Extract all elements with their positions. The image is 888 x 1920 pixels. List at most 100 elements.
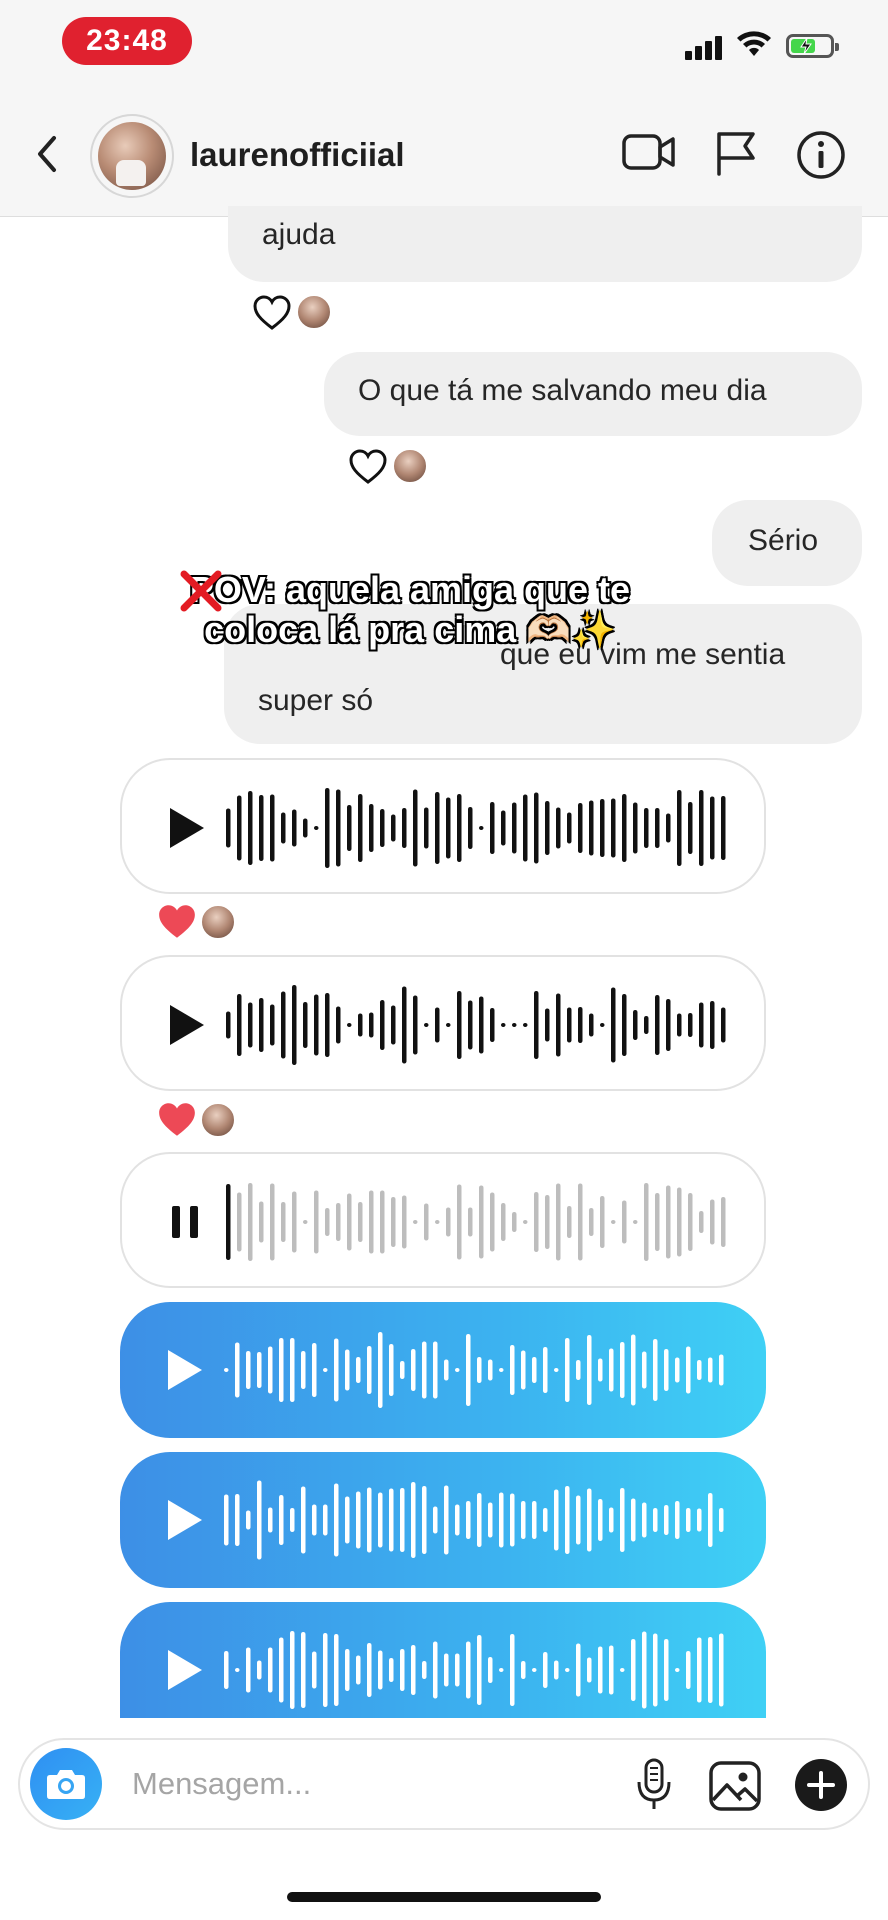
waveform-bar: [378, 1332, 383, 1408]
voice-message-playing[interactable]: [120, 1152, 766, 1288]
waveform-bar: [345, 1349, 350, 1391]
waveform-bar: [435, 1007, 440, 1043]
waveform-bar: [545, 801, 550, 855]
waveform-bar: [554, 1368, 559, 1372]
waveform-bar: [226, 1184, 231, 1260]
waveform-bar: [554, 1489, 559, 1551]
waveform-bar: [523, 794, 528, 862]
waveform-bar: [323, 1368, 328, 1372]
camera-button[interactable]: [30, 1748, 102, 1820]
message-reactions[interactable]: [348, 446, 438, 486]
waveform-bar: [719, 1354, 724, 1386]
video-call-icon[interactable]: [622, 130, 676, 174]
message-bubble[interactable]: Sério: [712, 500, 862, 586]
pause-icon[interactable]: [158, 1192, 218, 1252]
message-input[interactable]: [130, 1758, 614, 1810]
waveform-bar: [523, 1023, 528, 1027]
audio-waveform[interactable]: [222, 957, 742, 1091]
message-reactions[interactable]: [156, 1100, 246, 1140]
waveform-bar: [686, 1508, 691, 1532]
waveform-bar: [235, 1668, 240, 1672]
microphone-icon[interactable]: [634, 1758, 674, 1812]
info-icon[interactable]: [796, 130, 846, 180]
waveform-bar: [224, 1368, 229, 1372]
add-circle-icon[interactable]: [794, 1758, 848, 1812]
audio-waveform[interactable]: [220, 1452, 740, 1588]
waveform-bar: [446, 797, 451, 859]
audio-waveform[interactable]: [220, 1302, 740, 1438]
message-reactions[interactable]: [156, 902, 246, 942]
waveform-bar: [347, 1193, 352, 1251]
waveform-bar: [226, 1011, 231, 1039]
message-bubble[interactable]: O que tá me salvando meu dia: [324, 352, 862, 436]
waveform-bar: [402, 1195, 407, 1249]
voice-message-sent[interactable]: [120, 1602, 766, 1718]
message-bubble[interactable]: ajuda: [228, 206, 862, 282]
waveform-bar: [402, 986, 407, 1064]
play-icon[interactable]: [158, 995, 218, 1055]
waveform-bar: [633, 1010, 638, 1040]
waveform-bar: [501, 810, 506, 846]
waveform-bar: [532, 1501, 537, 1539]
waveform-bar: [675, 1357, 680, 1383]
waveform-bar: [699, 1002, 704, 1048]
waveform-bar: [268, 1507, 273, 1533]
profile-avatar[interactable]: [90, 114, 174, 198]
waveform-bar: [301, 1351, 306, 1389]
waveform-bar: [466, 1641, 471, 1699]
chat-username[interactable]: laurenofficiial: [190, 136, 405, 174]
back-icon[interactable]: [30, 132, 66, 176]
waveform-bar: [708, 1637, 713, 1703]
play-icon[interactable]: [156, 1340, 216, 1400]
waveform-bar: [422, 1661, 427, 1679]
waveform-bar: [677, 1187, 682, 1257]
waveform-bar: [512, 802, 517, 854]
waveform-bar: [622, 794, 627, 862]
voice-message-sent[interactable]: [120, 1302, 766, 1438]
waveform-bar: [543, 1508, 548, 1532]
waveform-bar: [466, 1334, 471, 1406]
waveform-bar: [422, 1341, 427, 1399]
audio-waveform[interactable]: [222, 1154, 742, 1288]
waveform-bar: [477, 1357, 482, 1383]
reactor-avatar: [200, 1102, 236, 1138]
waveform-bar: [578, 803, 583, 853]
waveform-bar: [257, 1480, 262, 1560]
waveform-bar: [510, 1493, 515, 1547]
play-icon[interactable]: [158, 798, 218, 858]
waveform-bar: [719, 1508, 724, 1532]
play-icon[interactable]: [156, 1640, 216, 1700]
waveform-bar: [246, 1647, 251, 1693]
waveform-bar: [688, 1013, 693, 1037]
flag-icon[interactable]: [714, 130, 758, 176]
heart-outline-icon: [253, 295, 291, 330]
waveform-bar: [666, 999, 671, 1051]
waveform-bar: [270, 1004, 275, 1046]
waveform-bar: [708, 1357, 713, 1383]
voice-message[interactable]: [120, 955, 766, 1091]
waveform-bar: [444, 1359, 449, 1381]
audio-waveform[interactable]: [222, 760, 742, 894]
waveform-bar: [479, 1185, 484, 1259]
waveform-bar: [600, 1196, 605, 1248]
waveform-bar: [534, 1192, 539, 1252]
waveform-bar: [721, 1197, 726, 1247]
play-icon[interactable]: [156, 1490, 216, 1550]
waveform-bar: [457, 794, 462, 862]
waveform-bar: [697, 1508, 702, 1532]
waveform-bar: [268, 1647, 273, 1693]
voice-message-sent[interactable]: [120, 1452, 766, 1588]
audio-waveform[interactable]: [220, 1602, 740, 1718]
gallery-icon[interactable]: [708, 1760, 762, 1812]
waveform-bar: [600, 1023, 605, 1027]
waveform-bar: [237, 795, 242, 861]
waveform-bar: [323, 1504, 328, 1536]
waveform-bar: [556, 993, 561, 1057]
waveform-bar: [688, 1193, 693, 1251]
waveform-bar: [246, 1510, 251, 1530]
waveform-bar: [589, 800, 594, 856]
voice-message[interactable]: [120, 758, 766, 894]
message-reactions[interactable]: [252, 292, 342, 332]
waveform-bar: [567, 1007, 572, 1043]
waveform-bar: [303, 1220, 308, 1224]
